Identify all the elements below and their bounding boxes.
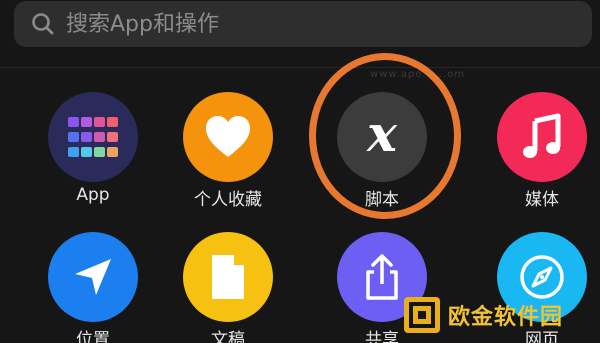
shortcuts-screen: www.apo......om App (0, 0, 600, 343)
location-arrow-icon (48, 232, 138, 322)
heart-icon (183, 92, 273, 182)
app-label: 文稿 (211, 330, 245, 343)
app-label: 媒体 (525, 190, 559, 210)
logo-mark-icon (404, 297, 440, 333)
watermark-logo: 欧金软件园 (404, 292, 596, 338)
search-input[interactable] (66, 11, 546, 37)
app-tile-favorites[interactable]: 个人收藏 (163, 92, 293, 212)
app-grid-icon (48, 92, 138, 182)
search-icon (30, 9, 60, 39)
search-bar[interactable] (14, 1, 592, 47)
highlight-circle (309, 53, 461, 219)
app-tile-documents[interactable]: 文稿 (163, 232, 293, 343)
divider (0, 67, 600, 68)
app-tile-location[interactable]: 位置 (28, 232, 158, 343)
app-tile-media[interactable]: 媒体 (477, 92, 600, 212)
app-label: 个人收藏 (194, 190, 262, 210)
document-icon (183, 232, 273, 322)
music-note-icon (497, 92, 587, 182)
app-label: 位置 (76, 330, 110, 343)
app-label: App (76, 185, 110, 205)
logo-text: 欧金软件园 (448, 305, 564, 330)
app-tile-app[interactable]: App (28, 92, 158, 212)
